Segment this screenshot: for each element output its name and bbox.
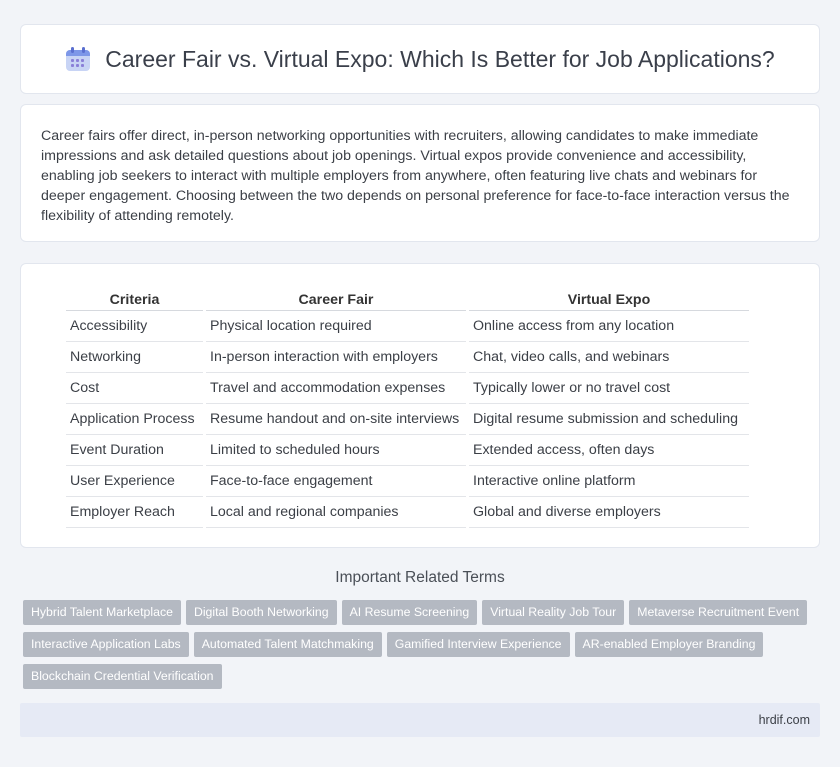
table-header-row: Criteria Career Fair Virtual Expo	[66, 288, 749, 311]
related-terms-title: Important Related Terms	[335, 569, 505, 586]
table-cell: Limited to scheduled hours	[206, 435, 466, 466]
table-cell: Event Duration	[66, 435, 203, 466]
tag-blockchain-credential-verification[interactable]: Blockchain Credential Verification	[23, 664, 222, 689]
table-cell: Accessibility	[66, 311, 203, 342]
table-row: Networking In-person interaction with em…	[66, 342, 749, 373]
footer-site-link[interactable]: hrdif.com	[759, 713, 810, 727]
table-cell: Typically lower or no travel cost	[469, 373, 749, 404]
table-row: Event Duration Limited to scheduled hour…	[66, 435, 749, 466]
table-cell: Resume handout and on-site interviews	[206, 404, 466, 435]
tag-automated-talent-matchmaking[interactable]: Automated Talent Matchmaking	[193, 632, 382, 657]
table-row: Accessibility Physical location required…	[66, 311, 749, 342]
table-cell: Physical location required	[206, 311, 466, 342]
table-cell: Interactive online platform	[469, 466, 749, 497]
tag-metaverse-recruitment-event[interactable]: Metaverse Recruitment Event	[629, 600, 808, 625]
tag-ar-enabled-employer-branding[interactable]: AR-enabled Employer Branding	[574, 632, 764, 657]
table-cell: Chat, video calls, and webinars	[469, 342, 749, 373]
table-cell: Networking	[66, 342, 203, 373]
table-cell: Travel and accommodation expenses	[206, 373, 466, 404]
tag-digital-booth-networking[interactable]: Digital Booth Networking	[185, 600, 337, 625]
table-cell: Application Process	[66, 404, 203, 435]
table-row: Cost Travel and accommodation expenses T…	[66, 373, 749, 404]
table-row: Employer Reach Local and regional compan…	[66, 497, 749, 528]
table-cell: Online access from any location	[469, 311, 749, 342]
table-cell: Digital resume submission and scheduling	[469, 404, 749, 435]
table-cell: Local and regional companies	[206, 497, 466, 528]
tag-ai-resume-screening[interactable]: AI Resume Screening	[341, 600, 478, 625]
footer: hrdif.com	[20, 703, 820, 737]
table-cell: Cost	[66, 373, 203, 404]
page-title: Career Fair vs. Virtual Expo: Which Is B…	[105, 45, 775, 72]
column-header-criteria: Criteria	[66, 288, 203, 311]
table-cell: Employer Reach	[66, 497, 203, 528]
table-cell: Face-to-face engagement	[206, 466, 466, 497]
intro-paragraph: Career fairs offer direct, in-person net…	[41, 128, 790, 224]
comparison-card: Criteria Career Fair Virtual Expo Access…	[20, 263, 820, 548]
comparison-table: Criteria Career Fair Virtual Expo Access…	[63, 288, 752, 528]
tag-gamified-interview-experience[interactable]: Gamified Interview Experience	[386, 632, 570, 657]
table-row: User Experience Face-to-face engagement …	[66, 466, 749, 497]
table-cell: Global and diverse employers	[469, 497, 749, 528]
title-card: Career Fair vs. Virtual Expo: Which Is B…	[20, 24, 820, 94]
related-terms-tags: Hybrid Talent Marketplace Digital Booth N…	[23, 600, 823, 696]
column-header-career-fair: Career Fair	[206, 288, 466, 311]
tag-interactive-application-labs[interactable]: Interactive Application Labs	[23, 632, 189, 657]
table-cell: Extended access, often days	[469, 435, 749, 466]
tag-virtual-reality-job-tour[interactable]: Virtual Reality Job Tour	[482, 600, 625, 625]
table-cell: In-person interaction with employers	[206, 342, 466, 373]
calendar-icon	[65, 46, 91, 72]
tag-hybrid-talent-marketplace[interactable]: Hybrid Talent Marketplace	[23, 600, 181, 625]
column-header-virtual-expo: Virtual Expo	[469, 288, 749, 311]
intro-card: Career fairs offer direct, in-person net…	[20, 104, 820, 242]
table-cell: User Experience	[66, 466, 203, 497]
table-row: Application Process Resume handout and o…	[66, 404, 749, 435]
